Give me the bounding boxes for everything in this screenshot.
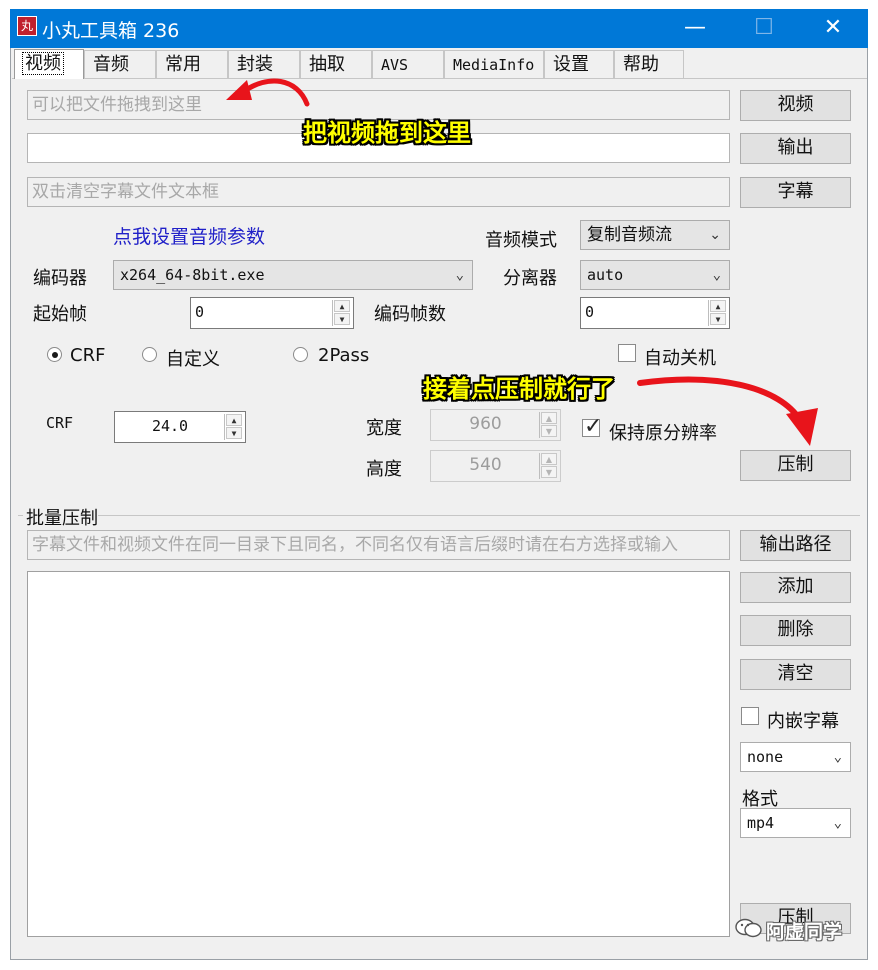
arrow-to-drop-zone	[240, 78, 310, 107]
arrowhead-drop-zone	[226, 80, 252, 100]
arrow-to-compress	[637, 376, 803, 423]
arrowhead-compress	[786, 408, 818, 446]
annotation-drag-hint: 把视频拖到这里	[303, 119, 471, 147]
annotation-next-hint: 接着点压制就行了	[423, 375, 615, 403]
